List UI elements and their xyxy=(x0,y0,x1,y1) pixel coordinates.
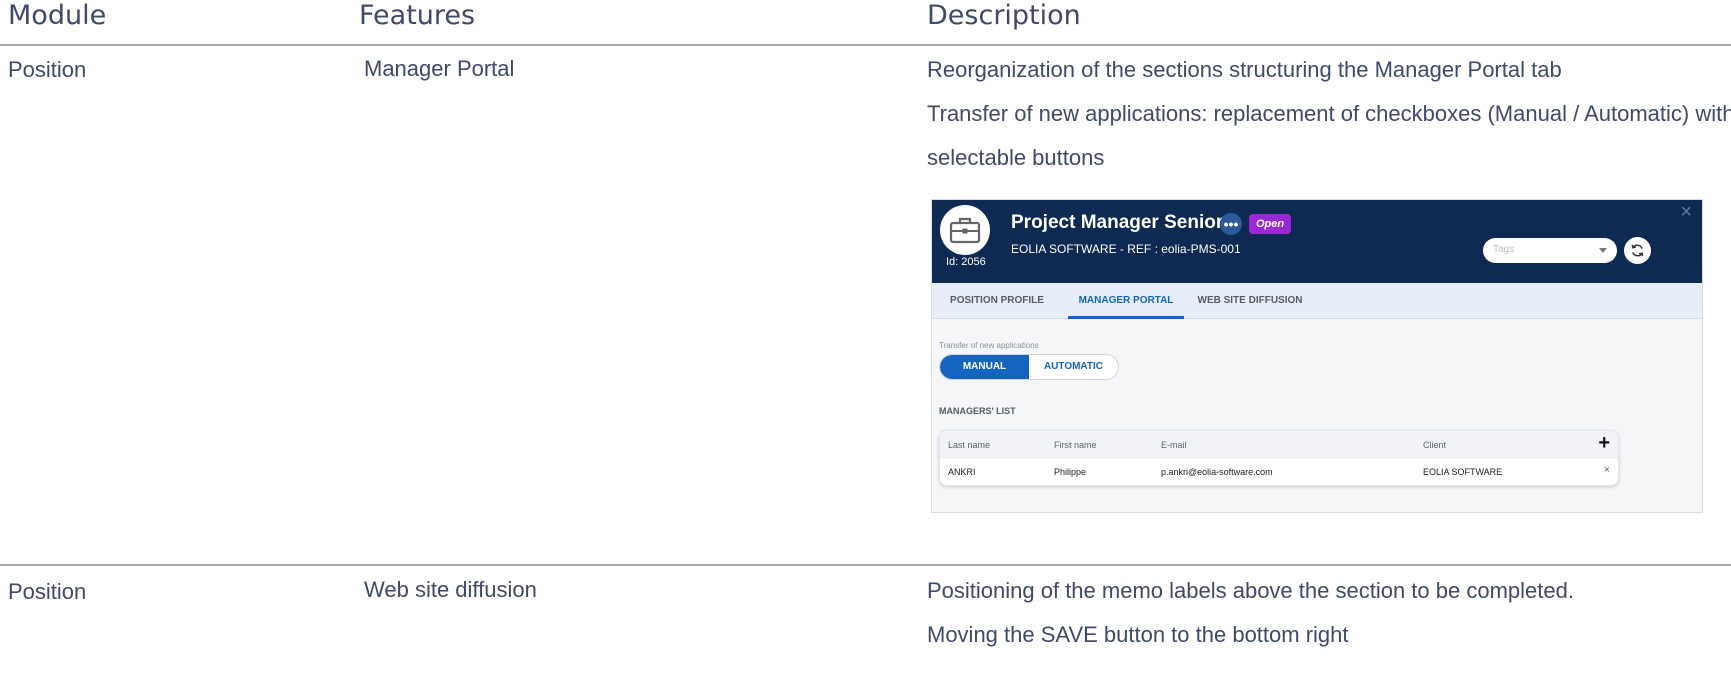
tab-position-profile[interactable]: POSITION PROFILE xyxy=(942,283,1052,319)
cell-last-name: ANKRI xyxy=(948,467,976,477)
header-divider xyxy=(0,44,1731,46)
add-manager-button[interactable]: + xyxy=(1598,433,1610,453)
tags-placeholder: Tags xyxy=(1493,244,1515,255)
managers-table: Last name First name E-mail Client + ANK… xyxy=(939,430,1619,486)
description-line: Positioning of the memo labels above the… xyxy=(927,578,1574,603)
position-header: Id: 2056 Project Manager Senior ••• Open… xyxy=(932,200,1702,283)
column-last-name: Last name xyxy=(948,440,991,450)
position-id: Id: 2056 xyxy=(946,256,986,268)
row-description: Positioning of the memo labels above the… xyxy=(927,569,1731,657)
tags-select[interactable]: Tags xyxy=(1483,238,1617,263)
transfer-label: Transfer of new applications xyxy=(939,341,1039,350)
cell-email: p.ankri@eolia-software.com xyxy=(1161,467,1273,477)
column-first-name: First name xyxy=(1054,440,1097,450)
description-line: Transfer of new applications: replacemen… xyxy=(927,101,1731,170)
column-email: E-mail xyxy=(1161,440,1187,450)
position-avatar xyxy=(940,205,990,255)
row-divider xyxy=(0,564,1731,566)
row-description: Reorganization of the sections structuri… xyxy=(927,48,1731,180)
close-icon[interactable]: × xyxy=(1680,202,1692,222)
manual-button[interactable]: MANUAL xyxy=(940,355,1029,379)
features-column-header: Features xyxy=(359,0,476,31)
table-header: Last name First name E-mail Client + xyxy=(940,431,1618,459)
briefcase-icon xyxy=(949,217,981,244)
description-column-header: Description xyxy=(927,0,1081,31)
module-column-header: Module xyxy=(8,0,107,31)
row-feature: Web site diffusion xyxy=(364,577,537,602)
row-module: Position xyxy=(8,579,87,604)
position-reference: EOLIA SOFTWARE - REF : eolia-PMS-001 xyxy=(1011,242,1241,256)
chevron-down-icon xyxy=(1599,248,1607,253)
description-line: Reorganization of the sections structuri… xyxy=(927,57,1562,82)
status-badge: Open xyxy=(1249,214,1291,234)
tab-bar: POSITION PROFILE MANAGER PORTAL WEB SITE… xyxy=(932,283,1702,319)
tab-manager-portal[interactable]: MANAGER PORTAL xyxy=(1068,283,1184,319)
refresh-icon xyxy=(1631,244,1644,257)
cell-first-name: Philippe xyxy=(1054,467,1087,477)
automatic-button[interactable]: AUTOMATIC xyxy=(1029,355,1118,379)
row-module: Position xyxy=(8,57,87,82)
description-line: Moving the SAVE button to the bottom rig… xyxy=(927,622,1349,647)
managers-list-title: MANAGERS' LIST xyxy=(939,406,1016,416)
tab-web-site-diffusion[interactable]: WEB SITE DIFFUSION xyxy=(1190,283,1310,319)
remove-manager-icon[interactable]: × xyxy=(1604,465,1610,476)
column-client: Client xyxy=(1423,440,1447,450)
row-feature: Manager Portal xyxy=(364,56,515,81)
more-options-button[interactable]: ••• xyxy=(1220,213,1242,235)
cell-client: EOLIA SOFTWARE xyxy=(1423,467,1503,477)
position-title: Project Manager Senior xyxy=(1011,212,1224,233)
manager-portal-screenshot: Id: 2056 Project Manager Senior ••• Open… xyxy=(931,199,1703,513)
transfer-mode-toggle: MANUAL AUTOMATIC xyxy=(939,354,1119,380)
refresh-button[interactable] xyxy=(1624,237,1651,264)
